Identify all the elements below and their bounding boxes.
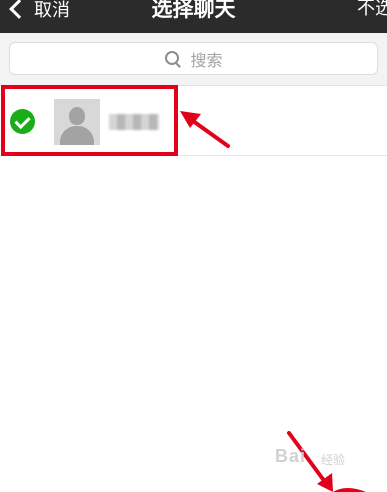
annotation-arrow-icon: [180, 111, 230, 148]
watermark-suffix: 经验: [321, 453, 346, 467]
annotation-arrows: [180, 111, 366, 492]
watermark-logo: Bai: [275, 446, 307, 466]
